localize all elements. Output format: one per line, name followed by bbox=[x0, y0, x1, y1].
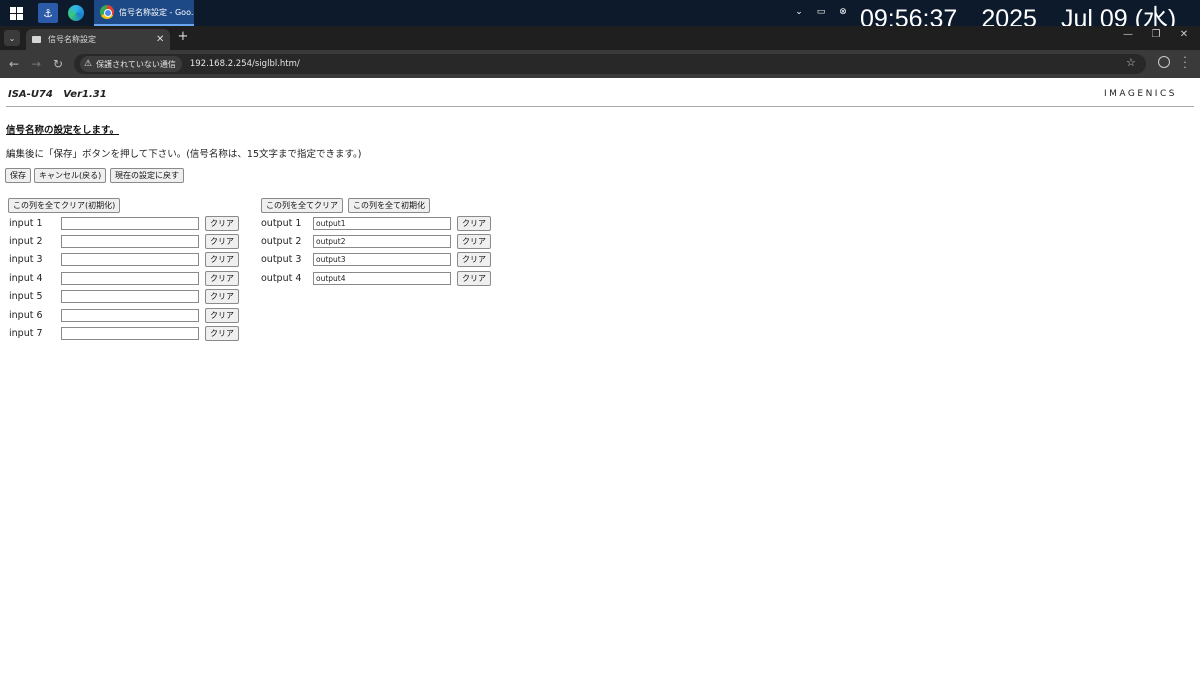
window-close-icon[interactable]: ✕ bbox=[1174, 29, 1194, 40]
browser-tab[interactable]: 信号名称設定 ✕ bbox=[26, 29, 170, 50]
input-clear-button[interactable]: クリア bbox=[205, 252, 239, 267]
input-name-field[interactable] bbox=[61, 217, 199, 230]
tab-strip: ⌄ 信号名称設定 ✕ + — ❐ ✕ bbox=[0, 26, 1200, 50]
output-name-field[interactable] bbox=[313, 235, 451, 248]
browser-toolbar: ← → ↻ ⚠ 保護されていない通信 192.168.2.254/siglbl.… bbox=[0, 50, 1200, 78]
output-label: output 2 bbox=[261, 236, 302, 247]
output-label: output 3 bbox=[261, 254, 302, 265]
cancel-button[interactable]: キャンセル(戻る) bbox=[34, 168, 107, 183]
edge-icon[interactable] bbox=[66, 3, 86, 23]
outputs-clear-all-button[interactable]: この列を全てクリア bbox=[261, 198, 343, 213]
input-clear-button[interactable]: クリア bbox=[205, 289, 239, 304]
input-label: input 4 bbox=[9, 273, 43, 284]
input-clear-button[interactable]: クリア bbox=[205, 216, 239, 231]
input-name-field[interactable] bbox=[61, 309, 199, 322]
security-chip[interactable]: ⚠ 保護されていない通信 bbox=[80, 56, 182, 72]
output-name-field[interactable] bbox=[313, 253, 451, 266]
taskbar: ⚓ 信号名称設定 - Goo... ⌄ ▭ ⊗ 09:56:37 2025 Jul … bbox=[0, 0, 1200, 33]
input-label: input 3 bbox=[9, 254, 43, 265]
divider bbox=[6, 106, 1194, 107]
taskbar-chrome-label: 信号名称設定 - Goo... bbox=[119, 7, 194, 17]
taskbar-chrome-button[interactable]: 信号名称設定 - Goo... bbox=[94, 0, 194, 26]
chevron-up-icon[interactable]: ⌄ bbox=[792, 5, 806, 19]
output-clear-button[interactable]: クリア bbox=[457, 216, 491, 231]
inputs-clear-all-button[interactable]: この列を全てクリア(初期化) bbox=[8, 198, 121, 213]
input-clear-button[interactable]: クリア bbox=[205, 308, 239, 323]
input-label: input 2 bbox=[9, 236, 43, 247]
app-icon[interactable]: ⚓ bbox=[38, 3, 58, 23]
warning-icon: ⚠ bbox=[84, 59, 93, 69]
tab-search-icon[interactable]: ⌄ bbox=[4, 30, 20, 46]
device-model: ISA-U74 Ver1.31 bbox=[8, 89, 107, 100]
input-name-field[interactable] bbox=[61, 272, 199, 285]
save-button[interactable]: 保存 bbox=[5, 168, 31, 183]
chrome-icon bbox=[100, 5, 114, 19]
input-label: input 6 bbox=[9, 310, 43, 321]
output-name-field[interactable] bbox=[313, 272, 451, 285]
input-name-field[interactable] bbox=[61, 290, 199, 303]
input-name-field[interactable] bbox=[61, 327, 199, 340]
output-clear-button[interactable]: クリア bbox=[457, 271, 491, 286]
profile-icon[interactable] bbox=[1158, 56, 1170, 68]
output-clear-button[interactable]: クリア bbox=[457, 234, 491, 249]
minimize-icon[interactable]: — bbox=[1118, 29, 1138, 40]
forward-icon[interactable]: → bbox=[28, 56, 44, 72]
output-clear-button[interactable]: クリア bbox=[457, 252, 491, 267]
security-label: 保護されていない通信 bbox=[96, 59, 176, 69]
input-name-field[interactable] bbox=[61, 235, 199, 248]
back-icon[interactable]: ← bbox=[6, 56, 22, 72]
page-favicon-icon bbox=[32, 36, 41, 43]
input-clear-button[interactable]: クリア bbox=[205, 326, 239, 341]
revert-button[interactable]: 現在の設定に戻す bbox=[110, 168, 184, 183]
tab-title: 信号名称設定 bbox=[48, 35, 96, 44]
more-menu-icon[interactable]: · · · bbox=[1182, 52, 1188, 73]
close-circle-icon[interactable]: ⊗ bbox=[836, 5, 850, 19]
web-page: ISA-U74 Ver1.31 IMAGENICS 信号名称の設定をします。 編… bbox=[0, 78, 1200, 675]
address-bar[interactable]: ⚠ 保護されていない通信 192.168.2.254/siglbl.htm/ bbox=[74, 54, 1146, 74]
reload-icon[interactable]: ↻ bbox=[50, 56, 66, 72]
instructions: 編集後に「保存」ボタンを押して下さい。(信号名称は、15文字まで指定できます。) bbox=[6, 149, 362, 160]
brand-logo: IMAGENICS bbox=[1104, 89, 1177, 99]
input-name-field[interactable] bbox=[61, 253, 199, 266]
system-tray: ⌄ ▭ ⊗ bbox=[792, 5, 850, 19]
tab-close-icon[interactable]: ✕ bbox=[156, 34, 164, 45]
url-text[interactable]: 192.168.2.254/siglbl.htm/ bbox=[190, 59, 300, 69]
output-label: output 4 bbox=[261, 273, 302, 284]
restore-icon[interactable]: ❐ bbox=[1146, 29, 1166, 40]
windows-start-icon[interactable] bbox=[6, 3, 26, 23]
new-tab-icon[interactable]: + bbox=[176, 29, 190, 45]
input-label: input 5 bbox=[9, 291, 43, 302]
input-clear-button[interactable]: クリア bbox=[205, 271, 239, 286]
input-label: input 1 bbox=[9, 218, 43, 229]
battery-icon[interactable]: ▭ bbox=[814, 5, 828, 19]
bookmark-star-icon[interactable]: ☆ bbox=[1126, 56, 1136, 69]
input-clear-button[interactable]: クリア bbox=[205, 234, 239, 249]
output-name-field[interactable] bbox=[313, 217, 451, 230]
input-label: input 7 bbox=[9, 328, 43, 339]
outputs-reset-all-button[interactable]: この列を全て初期化 bbox=[348, 198, 430, 213]
output-label: output 1 bbox=[261, 218, 302, 229]
page-heading: 信号名称の設定をします。 bbox=[6, 125, 120, 136]
